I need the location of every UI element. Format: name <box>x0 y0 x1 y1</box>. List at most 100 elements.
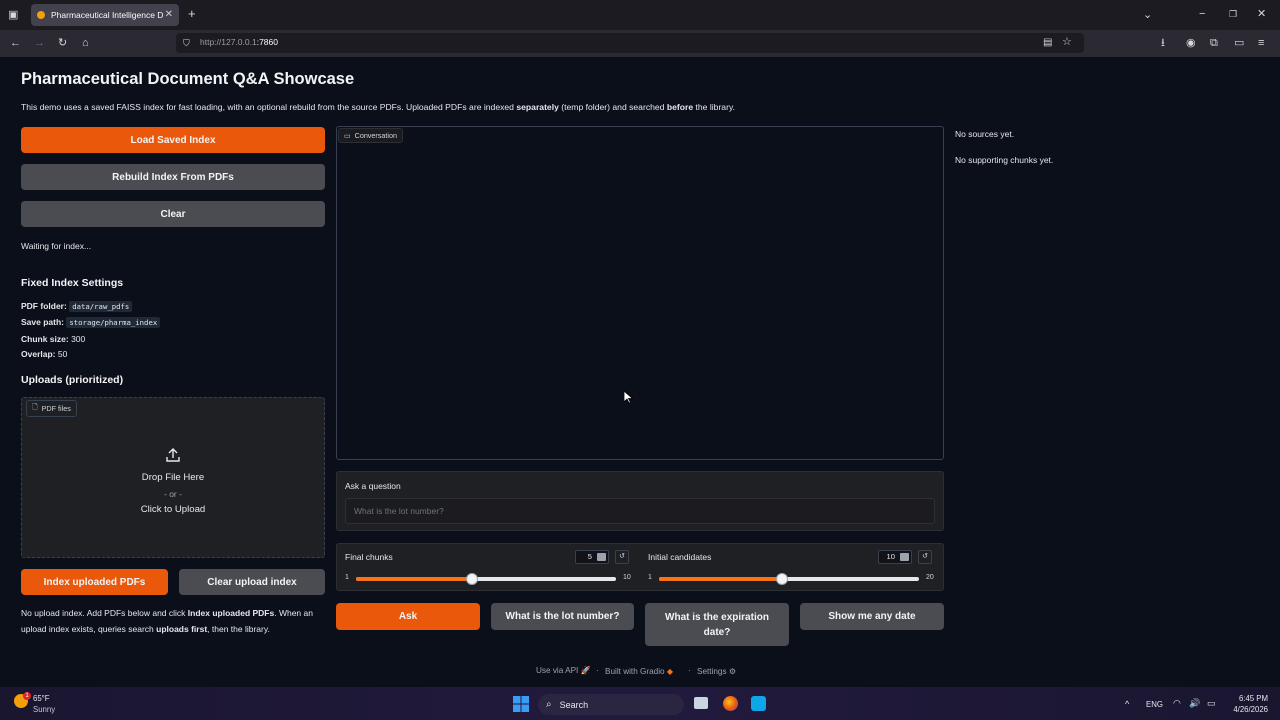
fixed-settings-heading: Fixed Index Settings <box>21 277 124 289</box>
initial-candidates-slider[interactable] <box>659 573 919 585</box>
sources-text: No sources yet. <box>955 129 1015 139</box>
tab-title: Pharmaceutical Intelligence Do <box>51 10 163 20</box>
close-tab-icon[interactable]: ✕ <box>165 9 173 20</box>
initial-candidates-number[interactable]: 10 <box>878 550 912 564</box>
back-icon[interactable]: ← <box>10 37 21 49</box>
footer-dot: · <box>596 666 599 675</box>
final-chunks-max: 10 <box>623 574 631 581</box>
conversation-chatbot[interactable]: ▭ Conversation <box>336 126 944 460</box>
battery-icon[interactable]: ▭ <box>1207 698 1216 709</box>
initial-candidates-max: 20 <box>926 574 934 581</box>
browser-tab-bar: ▣ Pharmaceutical Intelligence Do ✕ + ⌄ −… <box>0 0 1280 30</box>
built-with-gradio-link[interactable]: Built with Gradio ◆ <box>605 666 673 676</box>
uploads-heading: Uploads (prioritized) <box>21 374 124 386</box>
initial-candidates-min: 1 <box>648 574 652 581</box>
tab-overview-icon[interactable]: ▣ <box>8 9 18 21</box>
clear-button[interactable]: Clear <box>21 201 325 227</box>
conversation-label: ▭ Conversation <box>338 128 403 143</box>
browser-tab[interactable]: Pharmaceutical Intelligence Do ✕ <box>31 4 179 26</box>
weather-temp[interactable]: 65°F <box>33 694 50 703</box>
tab-list-chevron-icon[interactable]: ⌄ <box>1143 9 1152 21</box>
url-text[interactable]: http://127.0.0.1:7860 <box>200 37 278 47</box>
final-chunks-slider-handle[interactable] <box>465 573 478 585</box>
rebuild-index-button[interactable]: Rebuild Index From PDFs <box>21 164 325 190</box>
forward-icon[interactable]: → <box>34 37 45 49</box>
weather-condition[interactable]: Sunny <box>33 705 55 714</box>
initial-candidates-label: Initial candidates <box>648 552 712 562</box>
gradio-app: Pharmaceutical Document Q&A Showcase Thi… <box>0 57 1280 687</box>
or-separator: - or - <box>164 489 182 499</box>
reader-view-icon[interactable]: ▤ <box>1043 37 1052 49</box>
example-lot-number-button[interactable]: What is the lot number? <box>491 603 634 630</box>
clock-time[interactable]: 6:45 PM <box>1226 694 1268 703</box>
upload-note-line2: upload index exists, queries search uplo… <box>21 624 270 634</box>
tab-favicon-icon <box>37 11 45 19</box>
task-view-icon[interactable] <box>694 697 708 709</box>
use-via-api-link[interactable]: Use via API 🚀 <box>536 666 591 676</box>
show-hidden-icons-chevron-icon[interactable]: ^ <box>1125 699 1129 709</box>
clear-upload-index-button[interactable]: Clear upload index <box>179 569 325 595</box>
click-to-upload-text[interactable]: Click to Upload <box>22 504 324 515</box>
taskbar-search[interactable]: ⌕ Search <box>538 694 684 715</box>
restore-icon[interactable]: ❐ <box>1229 8 1237 20</box>
final-chunks-reset-icon[interactable]: ↺ <box>615 550 629 564</box>
account-icon[interactable]: ◉ <box>1186 37 1196 49</box>
rocket-icon: 🚀 <box>580 666 591 675</box>
question-label: Ask a question <box>345 481 401 491</box>
home-icon[interactable]: ⌂ <box>82 37 89 49</box>
pdf-upload-dropzone[interactable]: 🗋 PDF files Drop File Here - or - Click t… <box>21 397 325 558</box>
example-show-date-button[interactable]: Show me any date <box>800 603 944 630</box>
extensions-icon[interactable]: ⧉ <box>1210 37 1218 49</box>
final-chunks-slider[interactable] <box>356 573 616 585</box>
page-title: Pharmaceutical Document Q&A Showcase <box>21 70 355 88</box>
file-icon: 🗋 <box>32 404 38 411</box>
ask-button[interactable]: Ask <box>336 603 480 630</box>
windows-start-icon[interactable] <box>513 696 529 712</box>
page-description: This demo uses a saved FAISS index for f… <box>21 102 735 112</box>
final-chunks-min: 1 <box>345 574 349 581</box>
menu-icon[interactable]: ≡ <box>1258 37 1264 49</box>
vscode-icon[interactable] <box>751 696 766 711</box>
language-indicator[interactable]: ENG <box>1146 700 1163 709</box>
question-panel: Ask a question <box>336 471 944 531</box>
chat-bubble-icon: ▭ <box>344 132 351 140</box>
initial-candidates-reset-icon[interactable]: ↺ <box>918 550 932 564</box>
url-bar[interactable]: ⛉ http://127.0.0.1:7860 ▤ ☆ <box>176 33 1084 53</box>
final-chunks-number[interactable]: 5 <box>575 550 609 564</box>
reload-icon[interactable]: ↻ <box>58 37 67 49</box>
load-saved-index-button[interactable]: Load Saved Index <box>21 127 325 153</box>
window-close-icon[interactable]: ✕ <box>1257 8 1266 20</box>
drop-file-text: Drop File Here <box>141 472 205 483</box>
final-chunks-label: Final chunks <box>345 552 393 562</box>
gear-icon: ⚙ <box>728 667 737 676</box>
upload-icon <box>166 448 180 462</box>
site-info-shield-icon[interactable]: ⛉ <box>183 37 190 49</box>
supporting-chunks-text: No supporting chunks yet. <box>955 155 1054 165</box>
upload-note-line1: No upload index. Add PDFs below and clic… <box>21 608 313 618</box>
clock-date[interactable]: 4/26/2026 <box>1226 705 1268 714</box>
spinner-icon[interactable] <box>900 553 909 561</box>
bookmark-star-icon[interactable]: ☆ <box>1062 36 1072 48</box>
wifi-icon[interactable]: ◠ <box>1173 698 1181 709</box>
initial-candidates-slider-handle[interactable] <box>776 573 789 585</box>
search-icon: ⌕ <box>546 699 552 710</box>
question-input[interactable] <box>345 498 935 524</box>
chunk-size-setting: Chunk size: 300 <box>21 334 86 344</box>
volume-icon[interactable]: 🔊 <box>1189 698 1200 709</box>
firefox-icon[interactable] <box>723 696 738 711</box>
pdf-files-label: 🗋 PDF files <box>26 400 77 417</box>
settings-link[interactable]: Settings ⚙ <box>697 666 736 676</box>
spinner-icon[interactable] <box>597 553 606 561</box>
index-uploaded-pdfs-button[interactable]: Index uploaded PDFs <box>21 569 168 595</box>
downloads-icon[interactable]: ⭳ <box>1161 37 1165 49</box>
sliders-panel: Final chunks 5 ↺ 1 10 Initial candidates… <box>336 543 944 591</box>
pdf-folder-setting: PDF folder: data/raw_pdfs <box>21 301 133 312</box>
new-tab-icon[interactable]: + <box>188 7 196 20</box>
minimize-icon[interactable]: − <box>1199 8 1205 20</box>
example-expiration-date-button[interactable]: What is the expiration date? <box>645 603 789 646</box>
initial-candidates-slider-fill <box>659 577 783 581</box>
final-chunks-slider-fill <box>356 577 472 581</box>
footer-dot: · <box>688 666 691 675</box>
overlap-setting: Overlap: 50 <box>21 349 68 359</box>
sidebar-icon[interactable]: ▭ <box>1234 37 1244 49</box>
